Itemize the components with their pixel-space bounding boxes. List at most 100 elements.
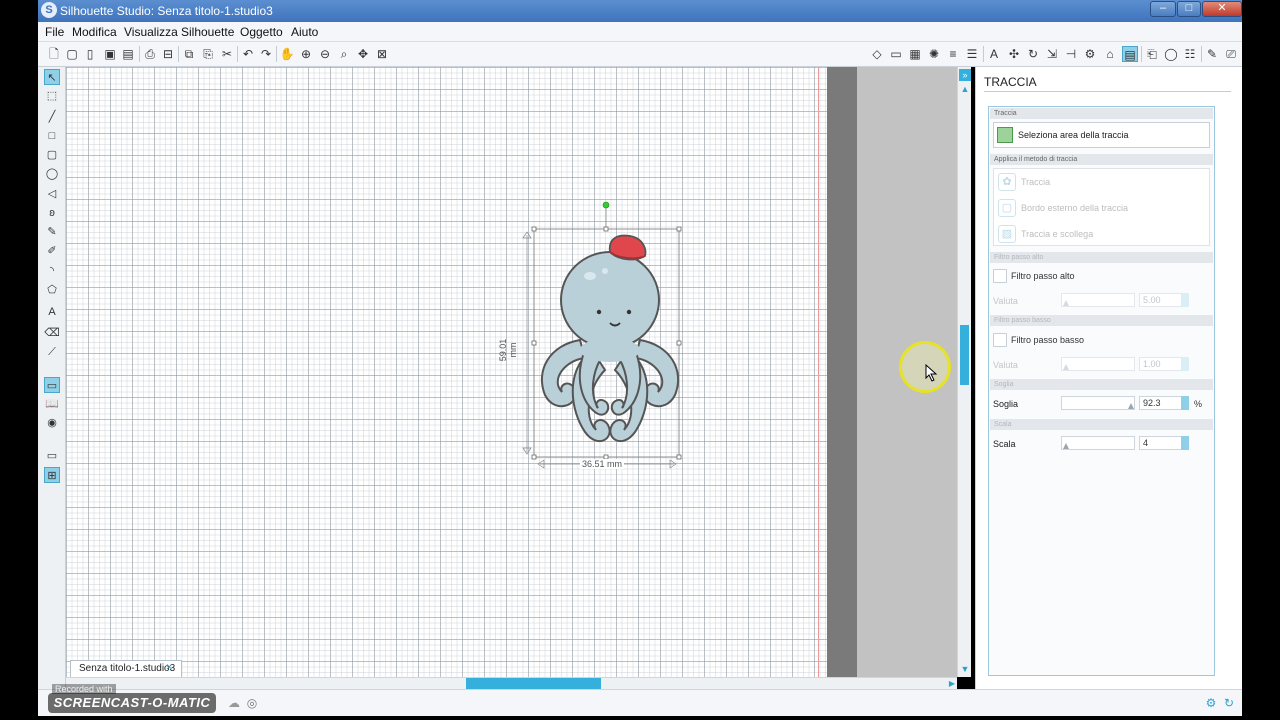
height-dimension-label: 59.01 mm [498, 338, 518, 362]
cloud-icon[interactable]: ☁ [226, 695, 242, 711]
low-pass-value-input[interactable]: 1.00 [1139, 357, 1189, 371]
freehand-tool-icon[interactable]: ✎ [44, 224, 60, 240]
pan-hand-icon[interactable]: ✋ [279, 46, 295, 62]
fit-to-page-icon[interactable]: ⊠ [374, 46, 390, 62]
zoom-out-icon[interactable]: ⊖ [317, 46, 333, 62]
trace-outer-edge-button[interactable]: ▢ Bordo esterno della traccia [998, 198, 1198, 218]
trace-icon[interactable]: ⌂ [1102, 46, 1118, 62]
vertical-scroll-thumb[interactable] [960, 325, 969, 385]
threshold-value-input[interactable]: 92.3 [1139, 396, 1189, 410]
trace-method-button[interactable]: ✿ Traccia [998, 172, 1198, 192]
sync-icon[interactable]: ↻ [1221, 695, 1237, 711]
select-icon[interactable]: ↖ [44, 69, 60, 85]
curve-tool-icon[interactable]: ʚ [44, 205, 60, 221]
low-pass-checkbox[interactable] [993, 333, 1007, 347]
horizontal-scrollbar[interactable]: ▶ [66, 677, 957, 689]
trace-and-detach-button[interactable]: ▧ Traccia e scollega [998, 224, 1198, 244]
paste-icon[interactable]: ⎘ [200, 46, 216, 62]
threshold-slider[interactable] [1061, 396, 1135, 410]
online-store-icon[interactable]: ◉ [44, 415, 60, 431]
minimize-button[interactable]: ‒ [1150, 1, 1176, 17]
undo-icon[interactable]: ↶ [240, 46, 256, 62]
high-pass-value-input[interactable]: 5.00 [1139, 293, 1189, 307]
copy-icon[interactable]: ⧉ [181, 46, 197, 62]
zoom-drag-icon[interactable]: ✥ [355, 46, 371, 62]
eraser-icon[interactable]: ⌫ [44, 325, 60, 341]
menu-visualizza[interactable]: Visualizza [124, 25, 178, 39]
cut-settings-icon[interactable]: ☷ [1182, 46, 1198, 62]
scale-value-input[interactable]: 4 [1139, 436, 1189, 450]
scale-slider[interactable] [1061, 436, 1135, 450]
title-bar: S Silhouette Studio: Senza titolo-1.stud… [38, 0, 1242, 22]
text-tool-icon[interactable]: A [44, 304, 60, 320]
cut-icon[interactable]: ✂ [219, 46, 235, 62]
select-trace-area-button[interactable]: Seleziona area della traccia [993, 122, 1210, 148]
print-icon[interactable]: ⎙ [142, 46, 158, 62]
edit-points-icon[interactable]: ⬚ [44, 88, 60, 104]
modify-icon[interactable]: ⎗ [1144, 46, 1160, 62]
menu-oggetto[interactable]: Oggetto [240, 25, 283, 39]
regular-polygon-icon[interactable]: ⬠ [44, 282, 60, 298]
menu-modifica[interactable]: Modifica [72, 25, 117, 39]
replicate-icon[interactable]: ⚙ [1082, 46, 1098, 62]
design-canvas[interactable] [66, 67, 827, 677]
polygon-tool-icon[interactable]: ◁ [44, 186, 60, 202]
menu-silhouette[interactable]: Silhouette [181, 25, 234, 39]
ellipse-tool-icon[interactable]: ◯ [44, 166, 60, 182]
zoom-in-icon[interactable]: ⊕ [298, 46, 314, 62]
screencast-watermark: SCREENCAST-O-MATIC [48, 693, 216, 713]
scroll-right-icon[interactable]: ▶ [947, 678, 957, 689]
library-icon[interactable]: ◯ [1163, 46, 1179, 62]
scroll-down-icon[interactable]: ▼ [959, 663, 971, 675]
fill-color-icon[interactable]: ◇ [869, 46, 885, 62]
line-color-icon[interactable]: ▭ [888, 46, 904, 62]
save-as-icon[interactable]: ▤ [120, 46, 136, 62]
menu-file[interactable]: File [45, 25, 64, 39]
target-icon[interactable]: ◎ [244, 695, 260, 711]
arc-tool-icon[interactable]: ◝ [44, 263, 60, 279]
align-icon[interactable]: ⊣ [1063, 46, 1079, 62]
page-setup-icon[interactable]: ▭ [44, 377, 60, 393]
store-icon[interactable]: ✎ [1204, 46, 1220, 62]
save-icon[interactable]: ▣ [102, 46, 118, 62]
close-tab-icon[interactable]: ✕ [165, 662, 173, 673]
line-tool-icon[interactable]: ╱ [44, 109, 60, 125]
menu-aiuto[interactable]: Aiuto [291, 25, 318, 39]
rectangle-tool-icon[interactable]: □ [44, 128, 60, 144]
recent-file-icon[interactable]: ▯ [82, 46, 98, 62]
send-icon[interactable]: ⎚ [1223, 46, 1239, 62]
fill-gradient-icon[interactable]: ▦ [907, 46, 923, 62]
settings-gear-icon[interactable]: ⚙ [1203, 695, 1219, 711]
scale-icon[interactable]: ⇲ [1044, 46, 1060, 62]
high-pass-slider[interactable] [1061, 293, 1135, 307]
scroll-up-icon[interactable]: ▲ [959, 83, 971, 95]
line-settings-icon[interactable]: ☰ [964, 46, 980, 62]
high-pass-checkbox[interactable] [993, 269, 1007, 283]
octopus-selection[interactable]: 59.01 mm 36.51 mm [498, 200, 710, 480]
vertical-scrollbar[interactable]: » ▲ ▼ [957, 67, 971, 677]
close-button[interactable]: ✕ [1202, 1, 1242, 17]
transform-icon[interactable]: ✣ [1006, 46, 1022, 62]
document-tab[interactable]: Senza titolo-1.studio3 ✕ [70, 660, 182, 677]
collapse-panel-icon[interactable]: » [959, 69, 971, 81]
registration-icon[interactable]: ▭ [44, 448, 60, 464]
cut-border-line [818, 67, 819, 677]
open-file-icon[interactable]: ▢ [64, 46, 80, 62]
redo-icon[interactable]: ↷ [258, 46, 274, 62]
rounded-rectangle-icon[interactable]: ▢ [44, 147, 60, 163]
line-style-icon[interactable]: ≡ [945, 46, 961, 62]
text-style-icon[interactable]: A [986, 46, 1002, 62]
offset-icon[interactable]: ▤ [1122, 46, 1138, 62]
new-file-icon[interactable]: 🗋 [46, 46, 62, 62]
grid-icon[interactable]: ⊞ [44, 467, 60, 483]
send-to-cutter-icon[interactable]: ⊟ [160, 46, 176, 62]
fill-pattern-icon[interactable]: ✺ [926, 46, 942, 62]
maximize-button[interactable]: □ [1177, 1, 1201, 17]
zoom-selection-icon[interactable]: ⌕ [336, 46, 352, 62]
smooth-freehand-icon[interactable]: ✐ [44, 243, 60, 259]
low-pass-slider[interactable] [1061, 357, 1135, 371]
horizontal-scroll-thumb[interactable] [466, 678, 601, 689]
library-view-icon[interactable]: 📖 [44, 396, 60, 412]
knife-icon[interactable]: ⟋ [44, 344, 60, 360]
rotate-icon[interactable]: ↻ [1025, 46, 1041, 62]
